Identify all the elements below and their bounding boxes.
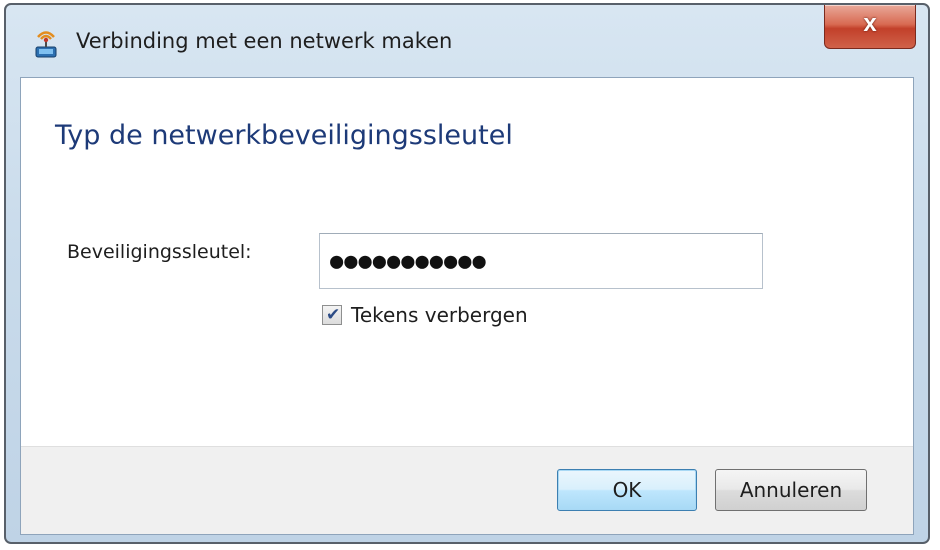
ok-button[interactable]: OK xyxy=(557,469,697,511)
dialog-body: Typ de netwerkbeveiligingssleutel Beveil… xyxy=(20,77,914,535)
network-connect-icon xyxy=(30,27,62,59)
window-title: Verbinding met een netwerk maken xyxy=(76,29,453,53)
security-key-input[interactable] xyxy=(319,233,763,289)
dialog-window: Verbinding met een netwerk maken x Typ d… xyxy=(4,3,930,544)
close-icon: x xyxy=(863,10,877,37)
security-key-label: Beveiligingssleutel: xyxy=(67,241,252,263)
checkmark-icon: ✔ xyxy=(326,305,341,325)
hide-characters-checkbox[interactable]: ✔ xyxy=(322,305,342,325)
page-title: Typ de netwerkbeveiligingssleutel xyxy=(55,120,513,151)
button-bar: OK Annuleren xyxy=(21,446,913,534)
close-button[interactable]: x xyxy=(824,5,916,49)
cancel-button[interactable]: Annuleren xyxy=(715,469,867,511)
hide-characters-label[interactable]: Tekens verbergen xyxy=(351,303,528,327)
title-bar[interactable]: Verbinding met een netwerk maken x xyxy=(6,5,928,77)
